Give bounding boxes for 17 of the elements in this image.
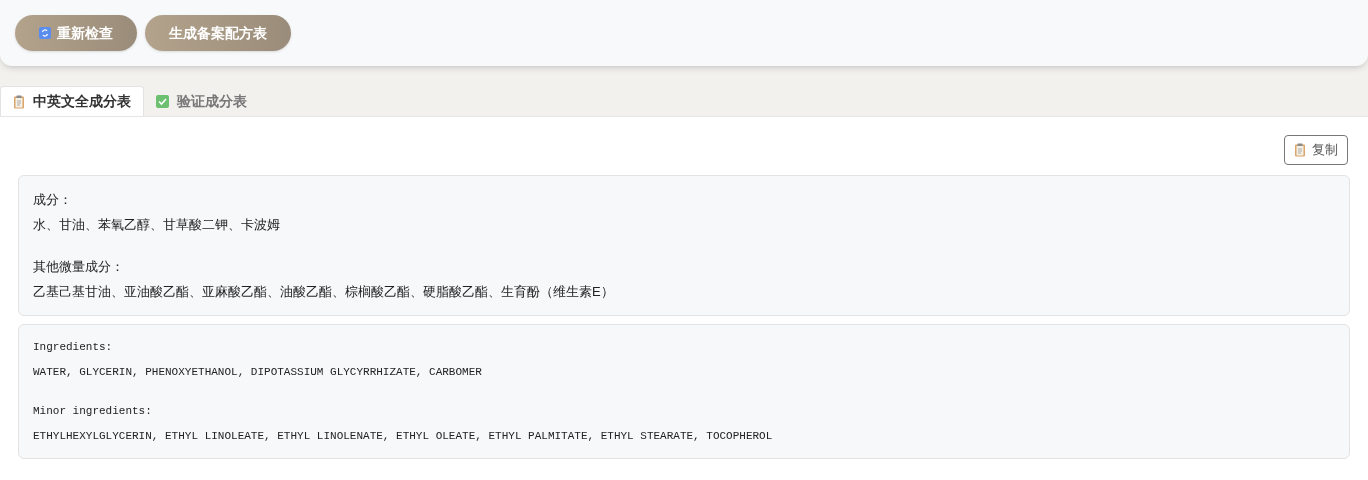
recheck-button[interactable]: 重新检查 — [15, 15, 137, 51]
copy-button[interactable]: 复制 — [1284, 135, 1348, 165]
section-heading: Ingredients: — [33, 340, 114, 355]
ingredient-list: 水、甘油、苯氧乙醇、甘草酸二钾、卡波姆 — [33, 214, 1335, 234]
tab[interactable]: 验证成分表 — [144, 86, 259, 116]
refresh-icon — [39, 27, 51, 39]
section-heading: 其他微量成分： — [33, 258, 125, 276]
section-heading: 成分： — [33, 191, 73, 209]
clipboard-icon — [13, 94, 25, 109]
checkbox-icon — [156, 94, 169, 108]
ingredient-list: WATER, GLYCERIN, PHENOXYETHANOL, DIPOTASSIUM GLYCYRRHIZATE, CARBOMER — [33, 363, 1335, 380]
tab[interactable]: 中英文全成分表 — [0, 86, 144, 116]
clipboard-icon — [1294, 143, 1306, 157]
ingredient-list: ETHYLHEXYLGLYCERIN, ETHYL LINOLEATE, ETHYL LINOLENATE, ETHYL OLEATE, ETHYL PALMITATE, ETHYL STEARATE, TOCOPHEROL — [33, 427, 1335, 444]
section-heading: Minor ingredients: — [33, 404, 153, 419]
ingredient-list: 乙基己基甘油、亚油酸乙酯、亚麻酸乙酯、油酸乙酯、棕榈酸乙酯、硬脂酸乙酯、生育酚（维生素E） — [33, 281, 1335, 301]
generate-button[interactable]: 生成备案配方表 — [145, 15, 291, 51]
